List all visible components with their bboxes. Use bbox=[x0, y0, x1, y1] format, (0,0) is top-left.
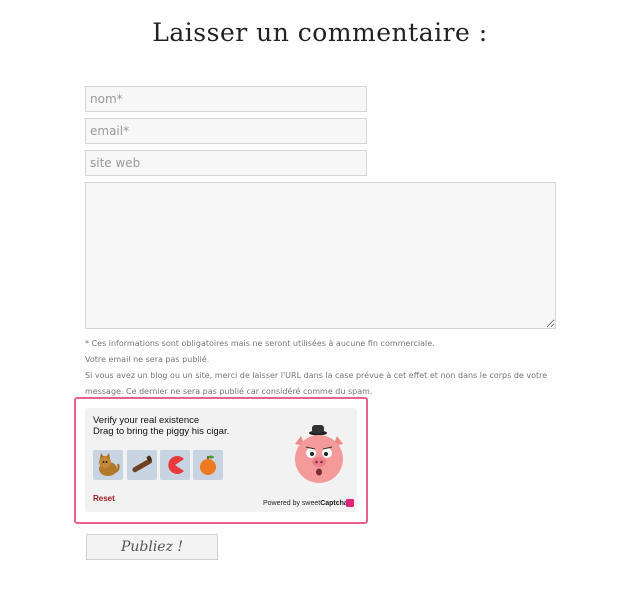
powered-by-brand: Captcha bbox=[320, 500, 348, 507]
website-field[interactable] bbox=[85, 150, 367, 176]
page-title: Laisser un commentaire : bbox=[152, 18, 488, 47]
powered-by-text: Powered by sweetCaptcha bbox=[263, 500, 348, 507]
captcha-instruction: Drag to bring the piggy his cigar. bbox=[93, 426, 230, 437]
website-note: Si vous avez un blog ou un site, merci d… bbox=[85, 371, 548, 396]
publish-button[interactable]: Publiez ! bbox=[86, 534, 218, 560]
email-note: Votre email ne sera pas publié. bbox=[85, 355, 210, 364]
captcha-instruction-title: Verify your real existence bbox=[93, 415, 200, 426]
form-notes: * Ces informations sont obligatoires mai… bbox=[85, 336, 560, 400]
cat-icon[interactable] bbox=[93, 450, 123, 480]
comment-textarea[interactable] bbox=[85, 182, 556, 329]
pig-icon bbox=[295, 425, 343, 483]
orange-icon[interactable] bbox=[193, 450, 223, 480]
required-note: * Ces informations sont obligatoires mai… bbox=[85, 339, 435, 348]
name-field[interactable] bbox=[85, 86, 367, 112]
pacman-icon[interactable] bbox=[160, 450, 190, 480]
captcha-reset-link[interactable]: Reset bbox=[93, 494, 115, 503]
captcha-widget: Verify your real existence Drag to bring… bbox=[85, 408, 357, 512]
cigar-icon[interactable] bbox=[127, 450, 157, 480]
powered-by-prefix: Powered by sweet bbox=[263, 500, 321, 507]
email-field[interactable] bbox=[85, 118, 367, 144]
sweetcaptcha-logo-icon bbox=[346, 499, 354, 507]
